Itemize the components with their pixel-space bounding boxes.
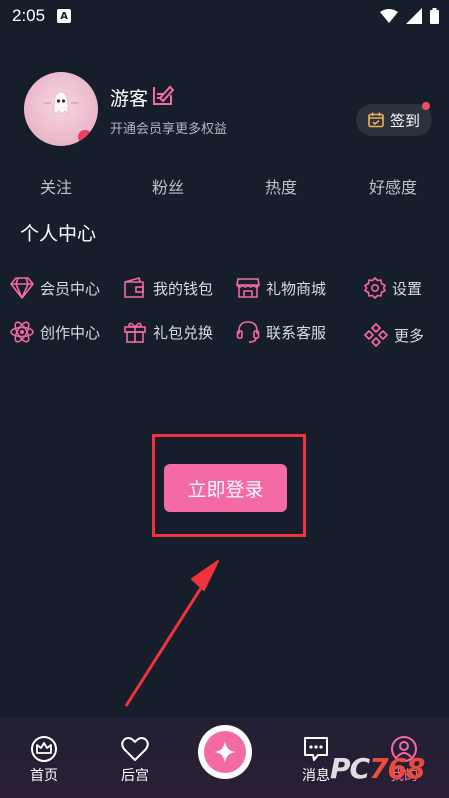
heart-icon	[121, 737, 149, 761]
wallet-icon	[124, 277, 144, 298]
atom-icon	[10, 321, 34, 343]
status-icons	[380, 8, 439, 24]
menu-gift-mall[interactable]: 礼物商城	[236, 275, 326, 301]
headset-icon	[236, 321, 260, 343]
stats-row: 关注 粉丝 热度 好感度	[0, 174, 449, 198]
status-time: 2:05	[12, 6, 46, 25]
menu-vip-center[interactable]: 会员中心	[10, 275, 100, 301]
section-title: 个人中心	[20, 223, 97, 245]
login-button[interactable]: 立即登录	[164, 464, 287, 512]
menu-wallet[interactable]: 我的钱包	[123, 275, 213, 301]
nav-home-label: 首页	[30, 768, 58, 784]
signin-label: 签到	[389, 111, 420, 130]
menu-more[interactable]: 更多	[364, 322, 424, 348]
avatar-status-dot	[78, 130, 92, 144]
pointer-arrow	[124, 560, 219, 707]
battery-icon	[430, 8, 439, 24]
status-bar: 2:05 A	[0, 0, 449, 32]
menu-more-label: 更多	[394, 326, 425, 345]
stat-favorability[interactable]: 好感度	[343, 174, 443, 198]
menu-customer-service[interactable]: 联系客服	[236, 319, 326, 345]
menu-gift-mall-label: 礼物商城	[266, 279, 327, 298]
watermark-prefix: PC	[330, 752, 370, 785]
menu-gift-redeem[interactable]: 礼包兑换	[123, 319, 213, 345]
signin-button[interactable]: 签到	[356, 102, 432, 136]
menu-settings[interactable]: 设置	[364, 275, 422, 301]
more-grid-icon	[364, 323, 388, 347]
crown-icon	[31, 736, 57, 762]
stat-following[interactable]: 关注	[6, 174, 106, 198]
membership-subtitle[interactable]: 开通会员享更多权益	[110, 118, 227, 137]
menu-creation-center[interactable]: 创作中心	[10, 319, 100, 345]
stat-fans[interactable]: 粉丝	[118, 174, 218, 198]
nav-harem-label: 后宫	[121, 768, 149, 784]
edit-icon[interactable]	[152, 84, 174, 106]
menu-vip-center-label: 会员中心	[40, 279, 101, 298]
diamond-icon	[10, 277, 34, 299]
menu-gift-redeem-label: 礼包兑换	[153, 323, 214, 342]
menu-customer-service-label: 联系客服	[266, 323, 327, 342]
sparkle-icon	[214, 741, 236, 763]
create-button[interactable]	[198, 725, 252, 779]
username: 游客	[110, 88, 149, 110]
menu-wallet-label: 我的钱包	[153, 279, 214, 298]
profile-header: 游客 开通会员享更多权益 签到	[24, 72, 434, 146]
nav-harem[interactable]: 后宫	[105, 736, 165, 785]
calendar-icon	[368, 112, 384, 128]
avatar[interactable]	[24, 72, 98, 146]
stat-heat[interactable]: 热度	[231, 174, 331, 198]
wifi-icon	[380, 9, 398, 23]
menu-creation-center-label: 创作中心	[40, 323, 101, 342]
signin-badge	[422, 102, 430, 110]
nav-home[interactable]: 首页	[14, 736, 74, 785]
notification-a-icon: A	[57, 9, 72, 23]
signal-icon	[406, 8, 422, 24]
create-button-inner	[204, 731, 246, 773]
menu-settings-label: 设置	[392, 279, 423, 298]
chat-icon	[304, 737, 328, 761]
gift-icon	[124, 322, 146, 343]
store-icon	[236, 278, 260, 298]
pc768-watermark: PC768	[330, 752, 426, 785]
gear-icon	[364, 277, 386, 299]
nav-messages-label: 消息	[302, 768, 330, 784]
watermark-number: 768	[369, 752, 425, 785]
